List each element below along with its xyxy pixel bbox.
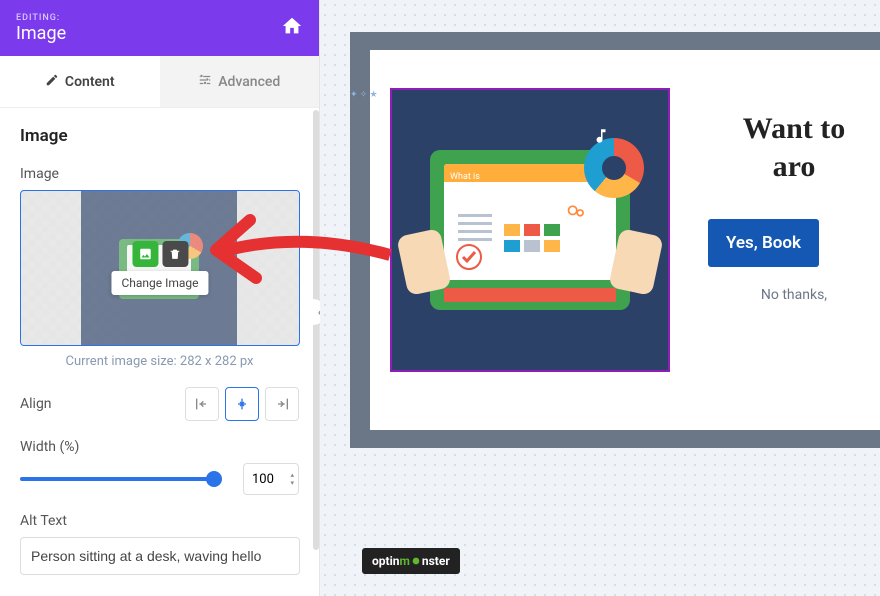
image-size-caption: Current image size: 282 x 282 px [20,354,299,369]
tab-content[interactable]: Content [0,56,160,107]
campaign-image-block[interactable]: ✦ ✧ ★ What is [390,88,670,372]
tab-advanced-label: Advanced [218,74,280,90]
tab-advanced[interactable]: Advanced [160,56,320,107]
align-center-button[interactable] [225,387,259,421]
width-slider[interactable] [20,477,215,481]
sidebar-header: EDITING: Image [0,0,319,56]
width-input[interactable]: 100 ▴▾ [243,463,299,495]
monster-eye-icon [410,556,422,566]
editing-label: EDITING: [16,13,66,23]
stepper-icon[interactable]: ▴▾ [290,471,294,487]
canvas[interactable]: ✦ ✧ ★ What is [320,0,880,596]
slider-thumb-icon[interactable] [206,471,222,487]
width-label: Width (%) [20,439,299,455]
campaign-popup[interactable]: ✦ ✧ ★ What is [370,50,880,430]
change-image-tooltip: Change Image [111,271,208,295]
annotation-arrow-icon [210,180,400,310]
campaign-frame: ✦ ✧ ★ What is [350,32,880,448]
delete-image-icon[interactable] [162,241,188,267]
alt-text-label: Alt Text [20,513,299,529]
illustration-tablet-icon: What is [430,150,630,310]
scrollbar[interactable] [313,110,319,550]
campaign-dismiss-link[interactable]: No thanks, [708,287,880,303]
width-value: 100 [252,472,274,487]
campaign-cta-button[interactable]: Yes, Book [708,219,819,267]
align-left-button[interactable] [185,387,219,421]
sliders-icon [198,73,212,91]
align-right-button[interactable] [265,387,299,421]
campaign-headline[interactable]: Want to aro [708,110,880,185]
home-icon[interactable] [281,15,303,42]
tab-content-label: Content [65,74,115,90]
alt-text-input[interactable] [20,537,300,575]
editing-title: Image [16,23,66,44]
music-note-icon [592,124,610,148]
tabs: Content Advanced [0,56,319,108]
align-label: Align [20,396,52,412]
checkmark-badge-icon [456,244,482,270]
brand-badge[interactable]: optinm nster [362,548,460,574]
align-group [185,387,299,421]
pencil-icon [45,73,59,91]
section-title: Image [20,126,299,146]
gears-icon [562,202,590,222]
change-image-icon[interactable] [132,241,158,267]
hand-right-icon [608,228,664,296]
